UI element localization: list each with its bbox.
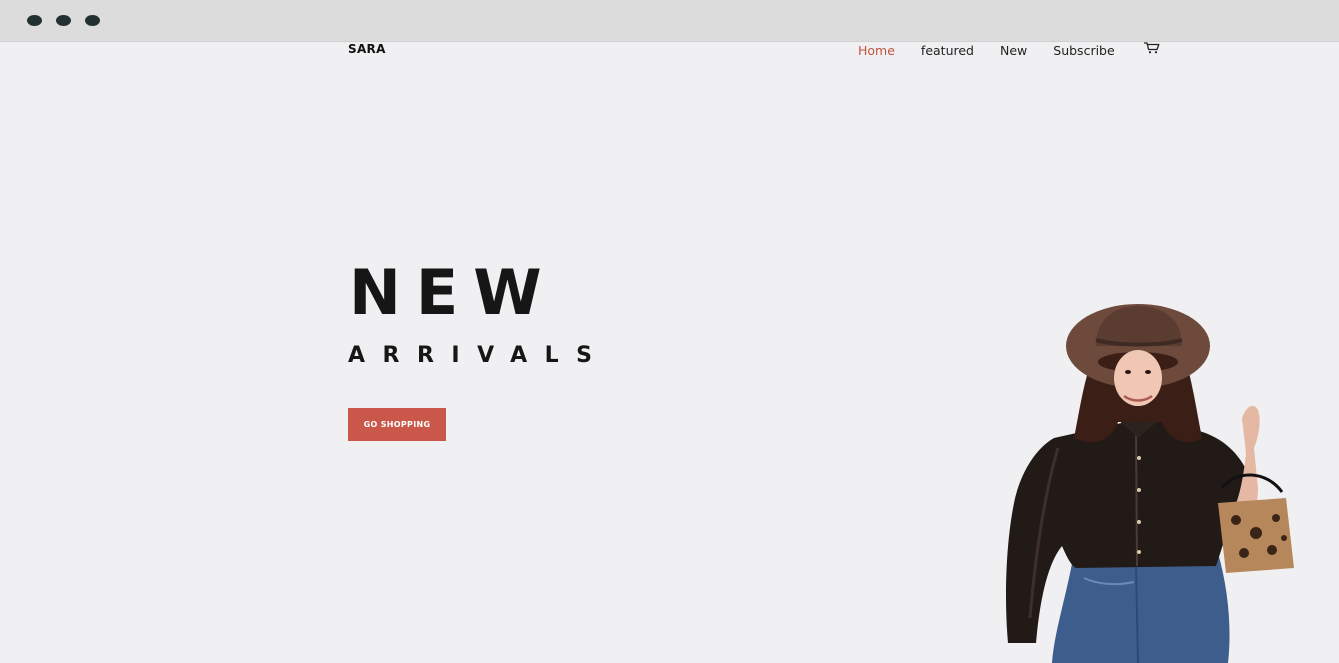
window-minimize-dot[interactable] <box>56 15 71 26</box>
hero-model-image <box>1006 304 1294 663</box>
nav-item-new[interactable]: New <box>1000 43 1027 58</box>
window-close-dot[interactable] <box>27 15 42 26</box>
brand-logo[interactable]: SARA <box>348 42 386 56</box>
nav-item-featured[interactable]: featured <box>921 43 974 58</box>
shopping-cart-icon[interactable] <box>1144 42 1160 54</box>
go-shopping-button[interactable]: GO SHOPPING <box>348 408 446 441</box>
window-maximize-dot[interactable] <box>85 15 100 26</box>
hero-title: NEW <box>349 256 557 329</box>
nav-item-subscribe[interactable]: Subscribe <box>1053 43 1114 58</box>
hero-subtitle: ARRIVALS <box>348 343 610 368</box>
nav-item-home[interactable]: Home <box>858 43 895 58</box>
browser-titlebar <box>0 0 1339 42</box>
main-nav: Home featured New Subscribe <box>858 42 1141 58</box>
